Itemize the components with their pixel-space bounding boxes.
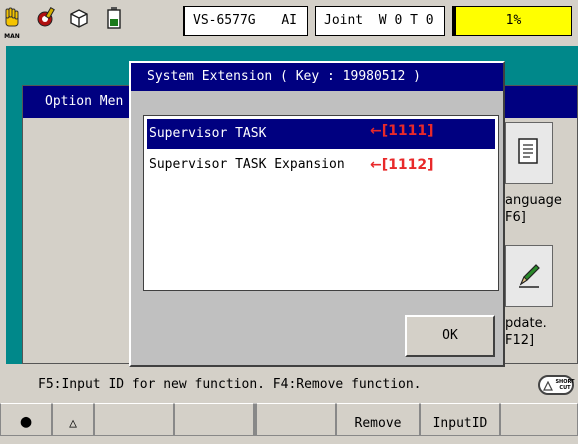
update-button[interactable] — [505, 245, 553, 307]
ok-button[interactable]: OK — [405, 315, 495, 357]
coordinate-status-box: Joint W 0 T 0 — [315, 6, 445, 36]
option-menu-title: Option Men — [45, 94, 124, 109]
shortcut-icon — [543, 381, 553, 391]
fkey-f1[interactable]: ● — [0, 403, 52, 436]
hand-man-icon[interactable]: MAN — [0, 6, 24, 40]
robot-model-label: VS-6577G — [193, 13, 256, 28]
language-button[interactable] — [505, 122, 553, 184]
language-label-line2: F6] — [505, 210, 526, 225]
top-status-bar: MAN VS-6577G AI Joint W 0 T 0 1% — [0, 0, 578, 46]
function-key-bar: ● △ Remove InputID — [0, 403, 578, 436]
document-icon — [518, 138, 538, 164]
status-line: F5:Input ID for new function. F4:Remove … — [6, 370, 572, 400]
cube-icon[interactable] — [67, 6, 91, 36]
language-label: anguage F6] — [505, 192, 562, 226]
fkey-f2[interactable]: △ — [52, 403, 94, 436]
man-mode-label: MAN — [4, 33, 20, 40]
annotation-1112: ←[1112] — [370, 157, 434, 173]
annotation-1111: ←[1111] — [370, 123, 434, 139]
update-label-line1: pdate. — [505, 316, 547, 331]
shortcut-label-line2: CUT — [559, 385, 571, 391]
list-item-label: Supervisor TASK — [149, 126, 267, 141]
language-label-line1: anguage — [505, 193, 562, 208]
system-extension-dialog: System Extension ( Key : 19980512 ) Supe… — [129, 61, 505, 367]
dialog-title: System Extension ( Key : 19980512 ) — [131, 63, 503, 91]
extension-list[interactable]: Supervisor TASK Supervisor TASK Expansio… — [143, 115, 499, 291]
shortcut-label: SHORT CUT — [555, 379, 575, 391]
fkey-f9[interactable] — [500, 403, 578, 436]
fkey-f3[interactable] — [94, 403, 174, 436]
status-message: F5:Input ID for new function. F4:Remove … — [38, 377, 422, 392]
list-item-supervisor-task[interactable]: Supervisor TASK — [147, 119, 495, 149]
fkey-f5[interactable] — [256, 403, 336, 436]
update-label: pdate. F12] — [505, 315, 547, 349]
fkey-f4[interactable] — [174, 403, 254, 436]
pencil-icon — [519, 264, 540, 288]
tool-icon[interactable] — [34, 6, 58, 36]
update-label-line2: F12] — [505, 333, 535, 348]
list-item-supervisor-task-expansion[interactable]: Supervisor TASK Expansion — [147, 150, 495, 180]
fkey-inputid[interactable]: InputID — [420, 403, 500, 436]
speed-indicator[interactable]: 1% — [452, 6, 572, 36]
list-item-label: Supervisor TASK Expansion — [149, 157, 345, 172]
ai-mode-label: AI — [281, 13, 297, 28]
robot-model-box: VS-6577G AI — [183, 6, 308, 36]
battery-icon[interactable] — [102, 6, 126, 36]
shortcut-button[interactable]: SHORT CUT — [538, 375, 575, 395]
fkey-remove[interactable]: Remove — [336, 403, 420, 436]
